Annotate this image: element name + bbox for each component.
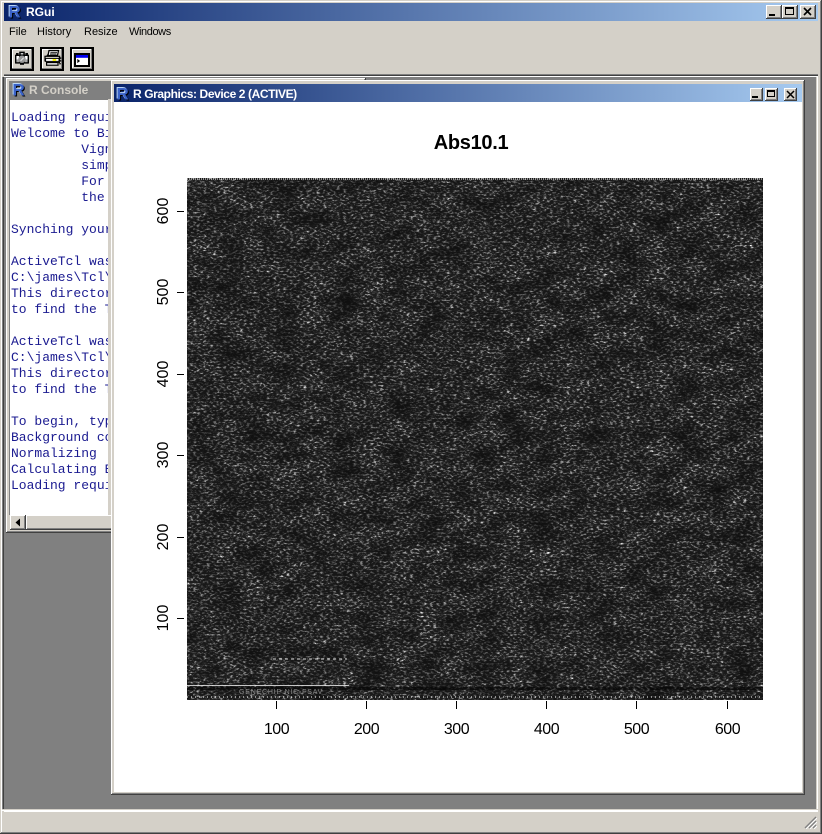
svg-text:500: 500: [155, 279, 172, 306]
svg-text:600: 600: [155, 198, 172, 225]
svg-text:R: R: [13, 82, 25, 98]
svg-text:400: 400: [155, 361, 172, 388]
svg-text:R: R: [117, 86, 129, 102]
svg-text:300: 300: [155, 442, 172, 469]
svg-text:R: R: [9, 4, 21, 20]
svg-text:200: 200: [155, 524, 172, 551]
svg-text:100: 100: [155, 605, 172, 632]
